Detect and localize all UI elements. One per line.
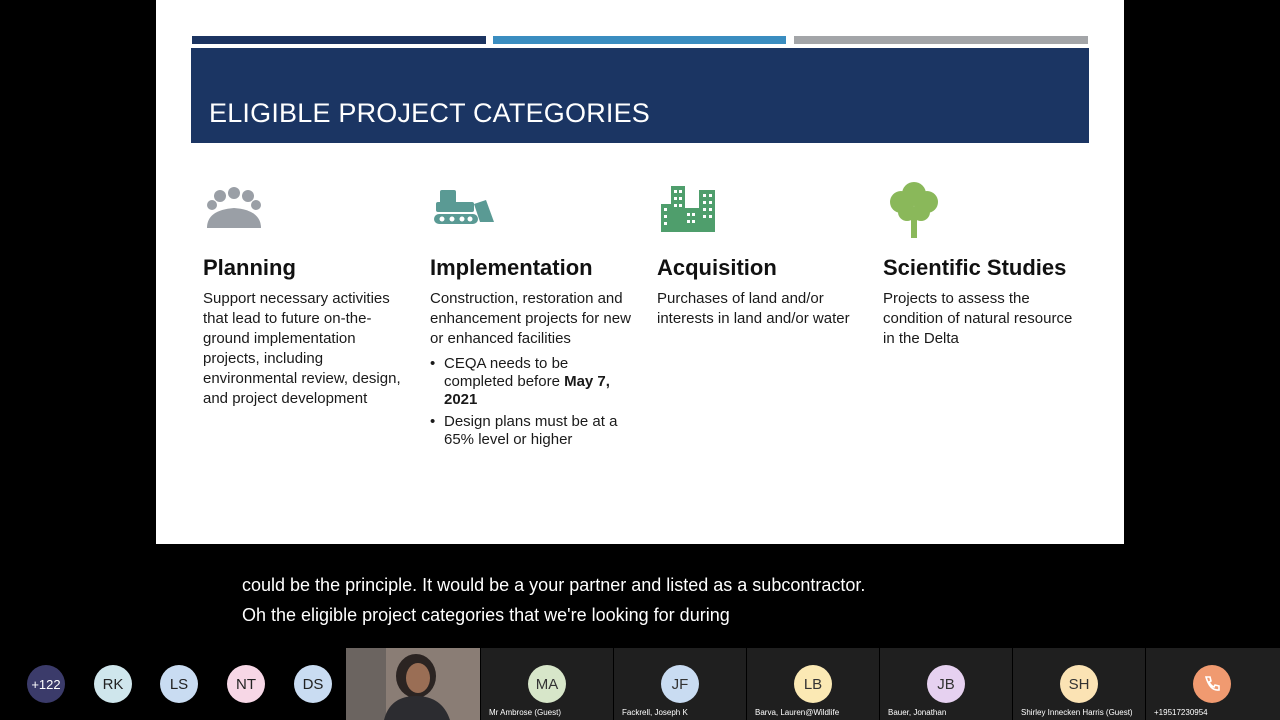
participant-name: Bauer, Jonathan — [888, 708, 947, 717]
accent-bar-gray — [794, 36, 1088, 44]
category-implementation: Implementation Construction, restoration… — [430, 178, 635, 453]
category-heading: Acquisition — [657, 255, 777, 280]
category-heading: Scientific Studies — [883, 255, 1067, 280]
participant-avatar: SH — [1060, 665, 1098, 703]
participant-tile[interactable]: SH Shirley Innecken Harris (Guest) — [1013, 648, 1145, 720]
title-banner: ELIGIBLE PROJECT CATEGORIES — [191, 48, 1089, 143]
participant-tile[interactable]: +19517230954 — [1146, 648, 1280, 720]
category-heading: Implementation — [430, 255, 593, 280]
participant-avatar: JB — [927, 665, 965, 703]
bulldozer-icon — [434, 190, 494, 224]
caption-line: could be the principle. It would be a yo… — [242, 575, 866, 595]
video-person-image — [346, 648, 480, 720]
category-planning: Planning Support necessary activities th… — [203, 178, 408, 409]
caption-line: Oh the eligible project categories that … — [242, 605, 730, 625]
category-acquisition: Acquisition Purchases of land and/or int… — [657, 178, 862, 329]
accent-bar-blue — [493, 36, 786, 44]
category-description: Construction, restoration and enhancemen… — [430, 290, 631, 347]
participant-avatar: MA — [528, 665, 566, 703]
participant-name: Mr Ambrose (Guest) — [489, 708, 562, 717]
participant-tile[interactable]: LB Barva, Lauren@Wildlife — [747, 648, 879, 720]
presentation-slide: ELIGIBLE PROJECT CATEGORIES Planning Sup… — [156, 0, 1124, 544]
buildings-icon — [661, 186, 715, 232]
category-description: Purchases of land and/or interests in la… — [657, 290, 850, 327]
participant-name: +19517230954 — [1154, 708, 1208, 717]
live-captions: could be the principle. It would be a yo… — [242, 570, 865, 630]
participant-avatar[interactable]: DS — [294, 665, 332, 703]
requirement-item: CEQA needs to be completed before May 7,… — [430, 355, 635, 409]
participant-overflow-button[interactable]: +122 — [27, 665, 65, 703]
category-description: Support necessary activities that lead t… — [203, 290, 401, 407]
slide-title: ELIGIBLE PROJECT CATEGORIES — [209, 98, 651, 128]
participant-avatar[interactable]: NT — [227, 665, 265, 703]
people-meeting-icon — [207, 187, 261, 228]
participant-tile[interactable]: JB Bauer, Jonathan — [880, 648, 1012, 720]
category-heading: Planning — [203, 255, 296, 280]
participant-avatar: JF — [661, 665, 699, 703]
phone-caller-icon — [1193, 665, 1231, 703]
participant-name: Shirley Innecken Harris (Guest) — [1021, 708, 1133, 717]
participant-avatar[interactable]: RK — [94, 665, 132, 703]
participant-avatar[interactable]: LS — [160, 665, 198, 703]
tree-icon — [890, 182, 938, 238]
phone-icon — [1204, 676, 1220, 691]
requirement-item: Design plans must be at a 65% level or h… — [430, 413, 635, 449]
participant-tile[interactable]: MA Mr Ambrose (Guest) — [481, 648, 613, 720]
category-scientific-studies: Scientific Studies Projects to assess th… — [883, 178, 1088, 349]
participant-video[interactable] — [346, 648, 480, 720]
participant-name: Barva, Lauren@Wildlife — [755, 708, 840, 717]
participant-name: Fackrell, Joseph K — [622, 708, 688, 717]
accent-bar-dark — [192, 36, 486, 44]
participant-tile[interactable]: JF Fackrell, Joseph K — [614, 648, 746, 720]
category-description: Projects to assess the condition of natu… — [883, 290, 1073, 347]
requirements-list: CEQA needs to be completed before May 7,… — [430, 355, 635, 449]
participant-avatar: LB — [794, 665, 832, 703]
